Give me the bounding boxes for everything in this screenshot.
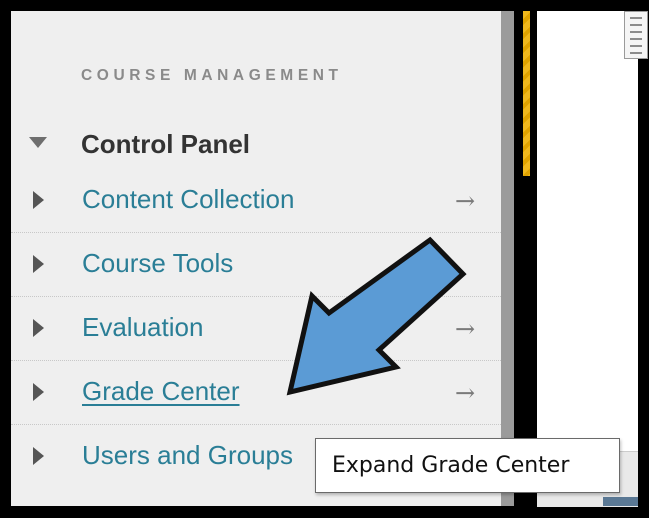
expand-triangle-icon[interactable] (33, 319, 44, 337)
tooltip: Expand Grade Center (315, 438, 620, 493)
screenshot-frame: COURSE MANAGEMENT Control Panel Content … (0, 0, 649, 518)
menu-item-label[interactable]: Content Collection (82, 184, 294, 215)
right-arrow-icon[interactable]: → (455, 187, 475, 215)
pointer-arrow-shape (286, 236, 467, 396)
panel-scrollbar[interactable] (501, 11, 514, 506)
content-toolbar-block (603, 497, 638, 506)
menu-item-label[interactable]: Course Tools (82, 248, 233, 279)
panel-divider-handle[interactable] (523, 11, 530, 176)
expand-triangle-icon[interactable] (33, 447, 44, 465)
tooltip-text: Expand Grade Center (332, 453, 570, 478)
menu-item-label[interactable]: Evaluation (82, 312, 203, 343)
menu-item-label[interactable]: Users and Groups (82, 440, 293, 471)
pointer-arrow-annotation (286, 236, 467, 396)
expand-triangle-icon[interactable] (33, 383, 44, 401)
content-area (537, 11, 648, 507)
menu-item-content-collection[interactable]: Content Collection → (11, 169, 501, 233)
control-panel-label: Control Panel (81, 129, 251, 159)
section-heading: COURSE MANAGEMENT (81, 67, 343, 84)
collapse-triangle-icon[interactable] (29, 137, 47, 148)
expand-triangle-icon[interactable] (33, 255, 44, 273)
document-icon[interactable] (624, 11, 648, 59)
menu-item-label[interactable]: Grade Center (82, 376, 240, 407)
control-panel-header[interactable]: Control Panel (11, 117, 501, 169)
expand-triangle-icon[interactable] (33, 191, 44, 209)
